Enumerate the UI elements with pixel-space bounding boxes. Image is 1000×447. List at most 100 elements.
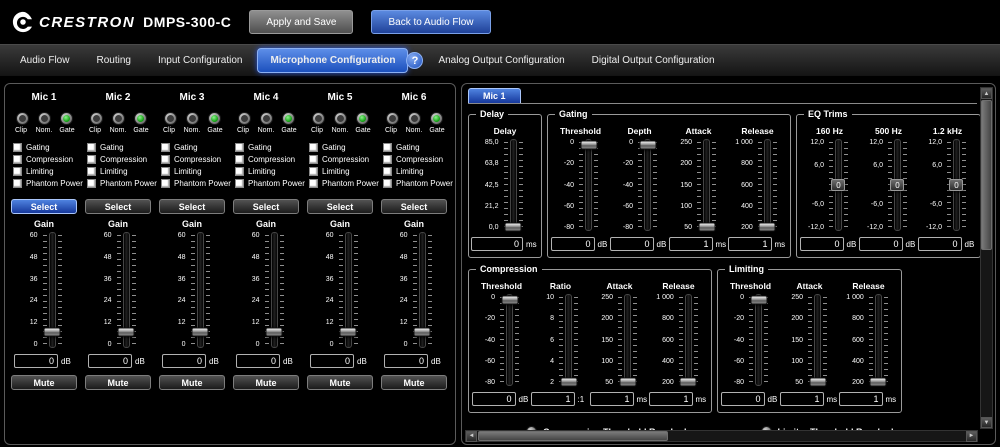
value-input[interactable]: 0 [310,354,354,368]
phantom-power-checkbox[interactable]: Phantom Power [161,179,231,188]
value-input[interactable]: 1 [838,392,883,406]
select-button[interactable]: Select [85,199,151,214]
slider-track[interactable] [805,294,830,387]
tab-audio-flow[interactable]: Audio Flow [8,49,81,72]
slider-handle[interactable] [265,327,283,337]
compression-checkbox[interactable]: Compression [309,155,379,164]
value-input[interactable]: 0 [471,237,523,251]
slider-track[interactable] [114,232,139,348]
horizontal-scrollbar-thumb[interactable] [478,431,668,441]
slider-handle[interactable] [809,377,826,387]
slider-track[interactable] [501,139,526,232]
limiting-checkbox[interactable]: Limiting [235,167,305,176]
limiting-checkbox[interactable]: Limiting [87,167,157,176]
help-icon[interactable]: ? [406,52,424,69]
slider-handle[interactable] [580,140,597,150]
value-input[interactable]: 0 [88,354,132,368]
detail-mic-tab[interactable]: Mic 1 [468,88,521,103]
slider-track[interactable] [635,139,660,231]
limiting-checkbox[interactable]: Limiting [383,167,453,176]
slider-track[interactable] [556,294,581,387]
value-input[interactable]: 0 [720,392,765,406]
slider-track[interactable] [866,294,891,387]
tab-digital-output-configuration[interactable]: Digital Output Configuration [580,49,727,72]
slider-track[interactable] [676,294,701,387]
apply-save-button[interactable]: Apply and Save [249,10,354,34]
gating-checkbox[interactable]: Gating [235,143,305,152]
tab-analog-output-configuration[interactable]: Analog Output Configuration [426,49,576,72]
slider-handle[interactable] [560,377,577,387]
value-input[interactable]: 0 [236,354,280,368]
slider-handle[interactable] [191,327,209,337]
slider-handle[interactable] [679,377,697,387]
slider-handle[interactable] [501,295,518,305]
compression-checkbox[interactable]: Compression [235,155,305,164]
phantom-power-checkbox[interactable]: Phantom Power [235,179,305,188]
mute-button[interactable]: Mute [307,375,373,390]
phantom-power-checkbox[interactable]: Phantom Power [383,179,453,188]
slider-track[interactable] [262,232,287,348]
limiting-checkbox[interactable]: Limiting [161,167,231,176]
slider-track[interactable] [615,294,640,387]
value-input[interactable]: 0 [858,237,903,251]
value-input[interactable]: 0 [799,237,844,251]
slider-handle[interactable] [869,377,887,387]
mute-button[interactable]: Mute [381,375,447,390]
mute-button[interactable]: Mute [11,375,77,390]
value-input[interactable]: 1 [779,392,824,406]
gating-checkbox[interactable]: Gating [87,143,157,152]
value-input[interactable]: 1 [530,392,575,406]
limiting-checkbox[interactable]: Limiting [309,167,379,176]
slider-handle[interactable] [504,222,522,232]
mute-button[interactable]: Mute [233,375,299,390]
slider-track[interactable] [746,294,771,386]
slider-handle[interactable] [339,327,357,337]
scroll-down-icon[interactable]: ▼ [981,417,992,428]
tab-microphone-configuration[interactable]: Microphone Configuration [257,48,409,73]
select-button[interactable]: Select [381,199,447,214]
slider-handle[interactable] [413,327,431,337]
select-button[interactable]: Select [159,199,225,214]
scroll-left-icon[interactable]: ◄ [466,430,477,442]
compression-checkbox[interactable]: Compression [161,155,231,164]
slider-handle[interactable] [639,140,656,150]
value-input[interactable]: 0 [384,354,428,368]
value-input[interactable]: 1 [589,392,634,406]
slider-track[interactable]: 0 [826,139,851,231]
slider-track[interactable]: 0 [944,139,969,231]
value-input[interactable]: 0 [162,354,206,368]
slider-handle[interactable]: 0 [831,179,846,191]
phantom-power-checkbox[interactable]: Phantom Power [13,179,83,188]
mute-button[interactable]: Mute [159,375,225,390]
mute-button[interactable]: Mute [85,375,151,390]
slider-handle[interactable] [758,222,776,232]
gating-checkbox[interactable]: Gating [309,143,379,152]
slider-handle[interactable]: 0 [890,179,905,191]
slider-track[interactable] [188,232,213,348]
select-button[interactable]: Select [307,199,373,214]
gating-checkbox[interactable]: Gating [13,143,83,152]
value-input[interactable]: 1 [648,392,693,406]
value-input[interactable]: 1 [668,237,713,251]
slider-handle[interactable] [117,327,135,337]
slider-track[interactable] [497,294,522,386]
slider-handle[interactable] [698,222,715,232]
scroll-up-icon[interactable]: ▲ [981,88,992,99]
slider-handle[interactable] [750,295,767,305]
phantom-power-checkbox[interactable]: Phantom Power [87,179,157,188]
gating-checkbox[interactable]: Gating [383,143,453,152]
slider-handle[interactable] [619,377,636,387]
value-input[interactable]: 1 [727,237,772,251]
slider-track[interactable] [576,139,601,231]
horizontal-scrollbar[interactable]: ◄ ► [465,430,978,442]
vertical-scrollbar-thumb[interactable] [981,100,992,250]
slider-track[interactable] [755,139,780,232]
tab-input-configuration[interactable]: Input Configuration [146,49,255,72]
scroll-right-icon[interactable]: ► [966,430,977,442]
select-button[interactable]: Select [233,199,299,214]
gating-checkbox[interactable]: Gating [161,143,231,152]
compression-checkbox[interactable]: Compression [383,155,453,164]
slider-handle[interactable]: 0 [949,179,964,191]
compression-checkbox[interactable]: Compression [87,155,157,164]
slider-track[interactable]: 0 [885,139,910,231]
